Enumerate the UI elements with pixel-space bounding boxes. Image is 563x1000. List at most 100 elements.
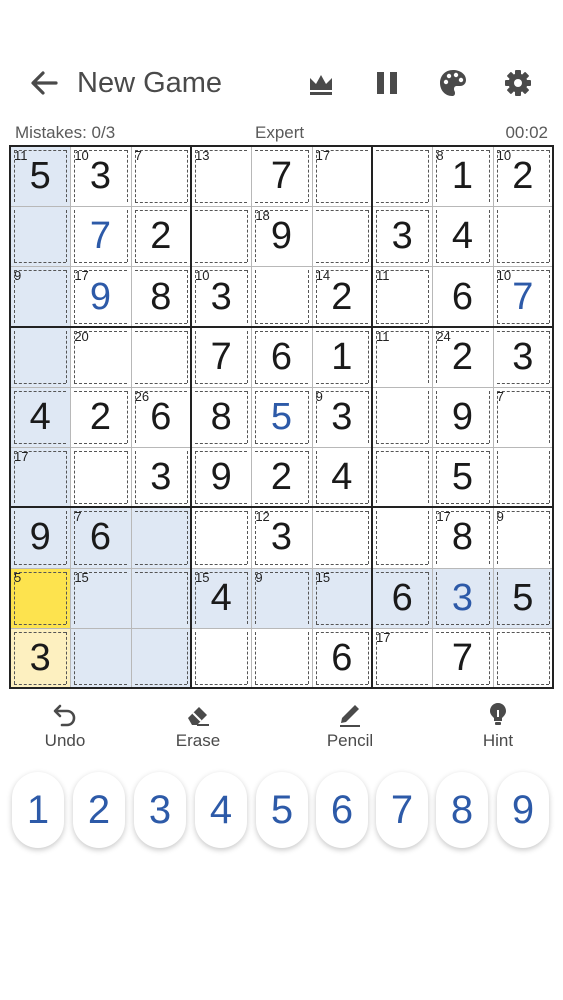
cage-border (14, 210, 15, 263)
cage-sum: 17 (14, 449, 29, 465)
sudoku-cell[interactable]: 3 (492, 326, 553, 387)
sudoku-cell[interactable]: 5 (492, 567, 553, 628)
gear-icon[interactable] (501, 66, 535, 100)
sudoku-cell[interactable]: 6 (432, 266, 493, 327)
sudoku-cell[interactable] (130, 627, 191, 688)
sudoku-cell[interactable] (251, 266, 312, 327)
cell-digit: 6 (391, 576, 413, 619)
sudoku-cell[interactable] (130, 567, 191, 628)
number-key-8[interactable]: 8 (436, 772, 488, 848)
sudoku-cell[interactable]: 2 (70, 386, 131, 448)
cage-border (436, 571, 438, 624)
cage-border (255, 330, 308, 332)
palette-icon[interactable] (436, 66, 470, 100)
cage-border (307, 451, 309, 504)
cage-border (134, 210, 136, 263)
sudoku-cell[interactable]: 4 (10, 386, 71, 448)
sudoku-cell[interactable] (191, 507, 252, 568)
sudoku-cell[interactable]: 7 (432, 627, 493, 688)
number-key-7[interactable]: 7 (376, 772, 428, 848)
sudoku-cell[interactable] (372, 386, 433, 448)
cage-border (315, 503, 368, 505)
sudoku-cell[interactable]: 3 (372, 206, 433, 267)
cage-border (376, 210, 429, 212)
sudoku-cell[interactable]: 9 (10, 507, 71, 568)
sudoku-cell[interactable] (130, 326, 191, 387)
number-key-9[interactable]: 9 (497, 772, 549, 848)
grid-line (492, 146, 494, 688)
sudoku-cell[interactable]: 4 (432, 206, 493, 267)
sudoku-cell[interactable]: 3 (130, 447, 191, 508)
number-key-3[interactable]: 3 (134, 772, 186, 848)
undo-button[interactable]: Undo (10, 700, 120, 756)
number-key-5[interactable]: 5 (256, 772, 308, 848)
sudoku-cell[interactable] (311, 507, 372, 568)
sudoku-cell[interactable] (311, 206, 372, 267)
back-arrow-icon[interactable] (26, 66, 62, 100)
sudoku-cell[interactable] (372, 447, 433, 508)
sudoku-cell[interactable] (10, 206, 71, 267)
cage-border (14, 382, 67, 384)
cage-border (368, 210, 369, 263)
crown-icon[interactable] (304, 66, 338, 100)
sudoku-cell[interactable]: 6 (372, 567, 433, 628)
cage-sum: 7 (496, 388, 504, 404)
sudoku-cell[interactable] (492, 206, 553, 267)
number-key-6[interactable]: 6 (316, 772, 368, 848)
cage-border (14, 684, 67, 685)
sudoku-cell[interactable]: 5 (251, 386, 312, 448)
pencil-button[interactable]: Pencil (295, 700, 405, 756)
sudoku-cell[interactable]: 8 (191, 386, 252, 448)
sudoku-cell[interactable] (372, 146, 433, 207)
sudoku-cell[interactable] (70, 447, 131, 508)
sudoku-cell[interactable] (492, 627, 553, 688)
cage-border (488, 150, 490, 203)
hint-button[interactable]: Hint (443, 700, 553, 756)
cage-border (436, 684, 489, 685)
grid-line (10, 627, 553, 629)
box-line (9, 325, 554, 328)
sudoku-cell[interactable] (10, 326, 71, 387)
sudoku-cell[interactable] (70, 627, 131, 688)
cage-border (187, 451, 188, 504)
sudoku-cell[interactable] (251, 627, 312, 688)
cage-border (255, 503, 308, 505)
cage-border (488, 390, 490, 444)
sudoku-cell[interactable]: 9 (191, 447, 252, 508)
sudoku-cell[interactable]: 2 (130, 206, 191, 267)
erase-button[interactable]: Erase (143, 700, 253, 756)
mistakes-counter: Mistakes: 0/3 (15, 123, 116, 142)
cage-border (195, 202, 248, 204)
cage-border (187, 150, 188, 203)
sudoku-cell[interactable] (492, 447, 553, 508)
sudoku-cell[interactable]: 3 (432, 567, 493, 628)
pause-icon[interactable] (370, 66, 404, 100)
cage-border (195, 563, 248, 565)
cage-border (14, 623, 67, 625)
number-key-4[interactable]: 4 (195, 772, 247, 848)
sudoku-cell[interactable]: 5 (432, 447, 493, 508)
sudoku-cell[interactable]: 4 (311, 447, 372, 508)
sudoku-cell[interactable]: 2 (251, 447, 312, 508)
sudoku-cell[interactable]: 1 (311, 326, 372, 387)
sudoku-cell[interactable]: 7 (191, 326, 252, 387)
cage-sum: 9 (255, 569, 263, 585)
cage-border (436, 390, 438, 444)
sudoku-cell[interactable]: 3 (10, 627, 71, 688)
sudoku-cell[interactable]: 9 (432, 386, 493, 448)
cell-digit: 9 (451, 395, 474, 438)
sudoku-cell[interactable]: 7 (251, 146, 312, 207)
number-key-2[interactable]: 2 (73, 772, 125, 848)
box-line (9, 687, 554, 689)
sudoku-cell[interactable] (191, 627, 252, 688)
sudoku-cell[interactable] (130, 507, 191, 568)
sudoku-cell[interactable] (372, 507, 433, 568)
sudoku-cell[interactable]: 6 (251, 326, 312, 387)
sudoku-cell[interactable]: 7 (70, 206, 131, 267)
cage-sum: 24 (436, 328, 451, 344)
number-key-1[interactable]: 1 (12, 772, 64, 848)
sudoku-cell[interactable]: 8 (130, 266, 191, 327)
sudoku-cell[interactable] (191, 206, 252, 267)
sudoku-cell[interactable]: 6 (311, 627, 372, 688)
cage-sum: 10 (74, 148, 89, 163)
